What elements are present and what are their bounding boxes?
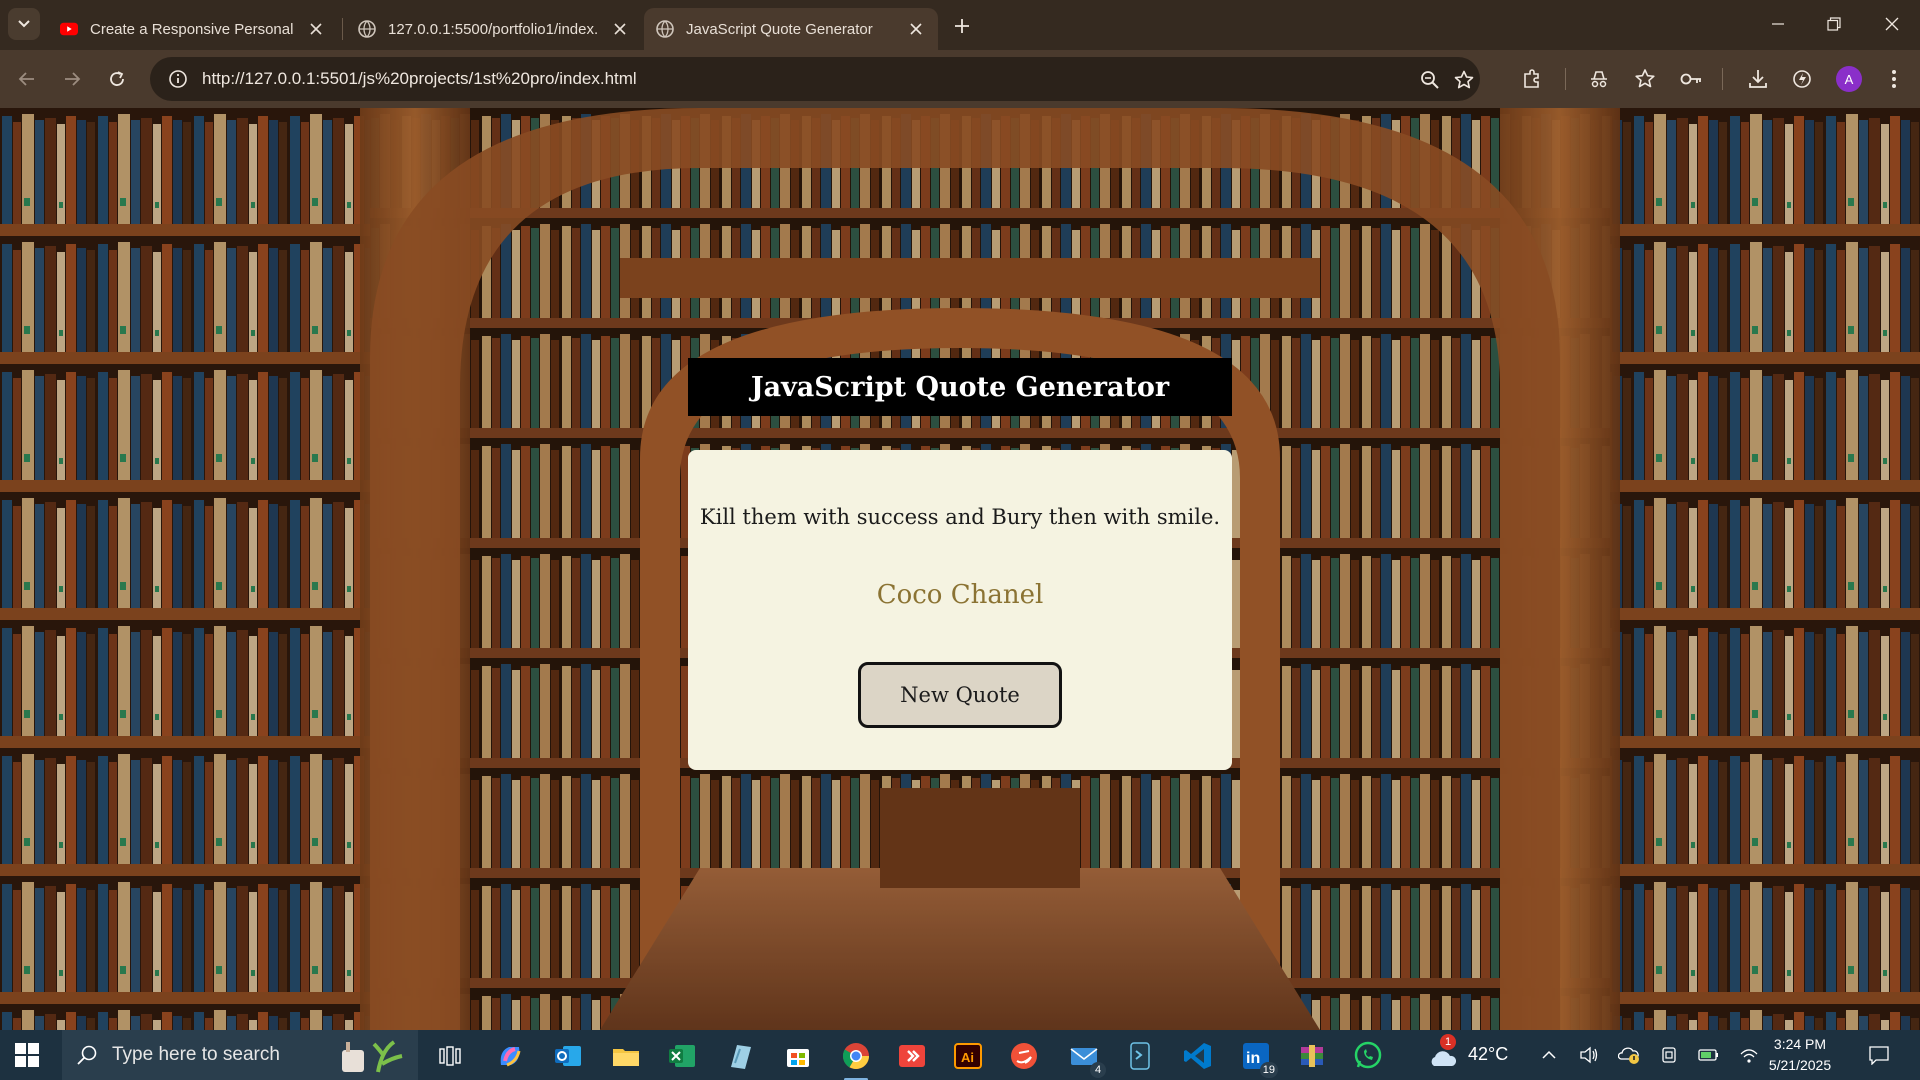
- site-info-icon[interactable]: [156, 57, 200, 101]
- linkedin-badge: 19: [1259, 1062, 1278, 1078]
- vscode-icon[interactable]: [1180, 1038, 1216, 1074]
- tab-title: Create a Responsive Personal Po: [90, 20, 298, 38]
- terminal-icon[interactable]: [1122, 1038, 1158, 1074]
- swift-icon[interactable]: [1006, 1038, 1042, 1074]
- anydesk-icon[interactable]: [894, 1038, 930, 1074]
- winrar-icon[interactable]: [1294, 1038, 1330, 1074]
- new-tab-button[interactable]: [948, 12, 976, 40]
- copilot-icon[interactable]: [492, 1038, 528, 1074]
- performance-icon[interactable]: [1788, 65, 1816, 93]
- youtube-icon: [60, 20, 78, 38]
- password-key-icon[interactable]: [1677, 65, 1705, 93]
- outlook-icon[interactable]: [550, 1038, 586, 1074]
- close-icon[interactable]: [306, 19, 326, 39]
- page-viewport: JavaScript Quote Generator Kill them wit…: [0, 108, 1920, 1030]
- tab-youtube[interactable]: Create a Responsive Personal Po: [48, 8, 338, 50]
- search-highlight-icon: [342, 1040, 403, 1073]
- svg-text:Ai: Ai: [961, 1050, 974, 1065]
- taskbar-search-box[interactable]: Type here to search: [62, 1030, 418, 1080]
- svg-text:in: in: [1246, 1050, 1260, 1067]
- mail-icon[interactable]: 4: [1066, 1038, 1106, 1078]
- download-icon[interactable]: [1744, 65, 1772, 93]
- linkedin-icon[interactable]: in 19: [1238, 1038, 1278, 1078]
- clock-date: 5/21/2025: [1768, 1057, 1832, 1073]
- minimize-icon: [1772, 23, 1784, 25]
- search-placeholder: Type here to search: [112, 1044, 280, 1065]
- tab-quote-generator[interactable]: JavaScript Quote Generator: [644, 8, 938, 50]
- windows-taskbar: Type here to search Ai 4 in 19 1 42°C 3:…: [0, 1030, 1920, 1080]
- restore-icon: [1827, 17, 1841, 31]
- address-bar[interactable]: http://127.0.0.1:5501/js%20projects/1st%…: [150, 57, 1480, 101]
- extensions-icon[interactable]: [1518, 65, 1546, 93]
- battery-icon[interactable]: [1698, 1044, 1720, 1066]
- new-quote-button[interactable]: New Quote: [858, 662, 1062, 728]
- quote-card: Kill them with success and Bury then wit…: [688, 450, 1232, 770]
- back-button[interactable]: [10, 62, 44, 96]
- tab-portfolio[interactable]: 127.0.0.1:5500/portfolio1/index.: [346, 8, 642, 50]
- close-window-button[interactable]: [1864, 0, 1920, 48]
- browser-tabstrip: Create a Responsive Personal Po 127.0.0.…: [0, 0, 1920, 50]
- minimize-button[interactable]: [1750, 0, 1806, 48]
- incognito-icon[interactable]: [1585, 65, 1613, 93]
- restore-button[interactable]: [1806, 0, 1862, 48]
- task-view-icon[interactable]: [432, 1038, 468, 1074]
- bookmark-star-icon[interactable]: [1452, 68, 1476, 92]
- reload-icon: [110, 71, 124, 86]
- zoom-icon[interactable]: [1418, 68, 1442, 92]
- excel-icon[interactable]: [664, 1038, 700, 1074]
- tab-title: JavaScript Quote Generator: [686, 20, 873, 38]
- onedrive-warning-icon[interactable]: [1618, 1044, 1640, 1066]
- meet-now-icon[interactable]: [1658, 1044, 1680, 1066]
- plus-icon: [955, 19, 969, 33]
- chevron-up-icon[interactable]: [1538, 1044, 1560, 1066]
- weather-temperature: 42°C: [1468, 1044, 1509, 1064]
- browser-toolbar: http://127.0.0.1:5501/js%20projects/1st%…: [0, 50, 1920, 108]
- globe-icon: [656, 20, 674, 38]
- chevron-down-icon: [18, 20, 30, 28]
- file-explorer-icon[interactable]: [608, 1038, 644, 1074]
- tab-title: 127.0.0.1:5500/portfolio1/index.: [388, 20, 599, 38]
- search-icon: [77, 1045, 97, 1065]
- arrow-left-icon: [18, 72, 34, 86]
- profile-avatar[interactable]: A: [1836, 66, 1862, 92]
- menu-kebab-icon[interactable]: [1880, 65, 1908, 93]
- volume-icon[interactable]: [1578, 1044, 1600, 1066]
- toolbar-divider: [1565, 68, 1566, 90]
- weather-badge: 1: [1440, 1034, 1456, 1050]
- windows-start-icon[interactable]: [12, 1040, 42, 1070]
- mail-badge: 4: [1090, 1062, 1106, 1078]
- chrome-icon[interactable]: [838, 1038, 874, 1080]
- close-icon[interactable]: [610, 19, 630, 39]
- taskbar-clock[interactable]: 3:24 PM 5/21/2025: [1762, 1034, 1838, 1076]
- close-icon: [1885, 17, 1899, 31]
- app-title: JavaScript Quote Generator: [688, 358, 1232, 416]
- reload-button[interactable]: [100, 62, 134, 96]
- clock-time: 3:24 PM: [1773, 1036, 1827, 1052]
- close-icon[interactable]: [906, 19, 926, 39]
- illustrator-icon[interactable]: Ai: [950, 1038, 986, 1074]
- quote-author: Coco Chanel: [876, 580, 1044, 610]
- url-text: http://127.0.0.1:5501/js%20projects/1st%…: [202, 69, 637, 88]
- notification-icon[interactable]: [1868, 1044, 1890, 1066]
- forward-button[interactable]: [55, 62, 89, 96]
- globe-icon: [358, 20, 376, 38]
- toolbar-divider: [1722, 68, 1723, 90]
- microsoft-store-icon[interactable]: [780, 1038, 816, 1074]
- favorites-icon[interactable]: [1631, 65, 1659, 93]
- whatsapp-icon[interactable]: [1350, 1038, 1386, 1074]
- tab-divider: [342, 18, 343, 40]
- notes-icon[interactable]: [722, 1038, 758, 1074]
- quote-text: Kill them with success and Bury then wit…: [699, 505, 1221, 529]
- wifi-icon[interactable]: [1738, 1044, 1760, 1066]
- tab-search-button[interactable]: [8, 8, 40, 40]
- arrow-right-icon: [65, 72, 81, 86]
- weather-icon[interactable]: 1: [1424, 1034, 1460, 1074]
